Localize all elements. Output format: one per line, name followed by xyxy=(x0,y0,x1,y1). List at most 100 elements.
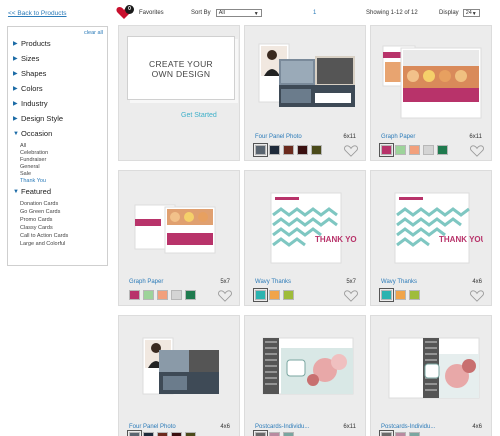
color-swatch[interactable] xyxy=(283,290,294,300)
color-swatch[interactable] xyxy=(253,143,268,157)
product-title[interactable]: Graph Paper xyxy=(129,279,163,285)
back-to-products-link[interactable]: << Back to Products xyxy=(8,10,67,17)
favorites-heart-icon[interactable]: 0 xyxy=(116,5,134,20)
product-card[interactable]: Postcards-Individu... 4x6 xyxy=(370,315,492,436)
color-swatch[interactable] xyxy=(379,288,394,302)
facet-industry[interactable]: ▶ Industry xyxy=(13,99,48,108)
favorite-heart-icon[interactable] xyxy=(470,145,484,157)
product-title[interactable]: Postcards-Individu... xyxy=(255,424,309,430)
product-title[interactable]: Graph Paper xyxy=(381,134,415,140)
product-title[interactable]: Postcards-Individu... xyxy=(381,424,435,430)
color-swatch[interactable] xyxy=(143,432,154,436)
featured-item-classy-cards[interactable]: Classy Cards xyxy=(20,225,53,231)
occasion-item-sale[interactable]: Sale xyxy=(20,171,31,177)
product-thumbnail[interactable] xyxy=(255,34,357,124)
occasion-item-thank-you[interactable]: Thank You xyxy=(20,178,46,184)
color-swatch[interactable] xyxy=(185,290,196,300)
color-swatch[interactable] xyxy=(379,143,394,157)
facet-featured[interactable]: ▼ Featured xyxy=(13,187,51,196)
color-swatch[interactable] xyxy=(283,145,294,155)
product-size: 4x6 xyxy=(220,424,230,430)
color-swatch[interactable] xyxy=(409,290,420,300)
color-swatch[interactable] xyxy=(143,290,154,300)
toolbar: 0 Favorites Sort By All ▼ 1 Showing 1-12 … xyxy=(116,5,496,21)
color-swatch[interactable] xyxy=(129,290,140,300)
occasion-item-celebration[interactable]: Celebration xyxy=(20,150,48,156)
product-card[interactable]: THANK YOU Wavy Thanks 4x6 xyxy=(370,170,492,306)
product-thumbnail[interactable]: THANK YOU xyxy=(381,179,483,269)
color-swatch[interactable] xyxy=(269,432,280,436)
facet-products[interactable]: ▶ Products xyxy=(13,39,51,48)
favorites[interactable]: 0 Favorites xyxy=(116,5,164,20)
favorite-heart-icon[interactable] xyxy=(218,290,232,302)
color-swatch[interactable] xyxy=(127,430,142,436)
product-thumbnail[interactable] xyxy=(381,324,483,414)
occasion-item-general[interactable]: General xyxy=(20,164,40,170)
color-swatch[interactable] xyxy=(437,145,448,155)
facet-sizes[interactable]: ▶ Sizes xyxy=(13,54,39,63)
product-card[interactable]: Graph Paper 5x7 xyxy=(118,170,240,306)
occasion-item-fundraiser[interactable]: Fundraiser xyxy=(20,157,46,163)
product-size: 4x6 xyxy=(472,424,482,430)
facet-label: Industry xyxy=(21,99,48,108)
facet-design-style[interactable]: ▶ Design Style xyxy=(13,114,63,123)
product-title[interactable]: Four Panel Photo xyxy=(129,424,176,430)
facet-occasion[interactable]: ▼ Occasion xyxy=(13,129,52,138)
occasion-item-all[interactable]: All xyxy=(20,143,26,149)
display-select[interactable]: 24 ▼ xyxy=(462,9,480,17)
product-title[interactable]: Wavy Thanks xyxy=(255,279,291,285)
product-size: 6x11 xyxy=(343,134,356,140)
caret-right-icon: ▶ xyxy=(13,56,18,62)
color-swatch[interactable] xyxy=(379,430,394,436)
color-swatch[interactable] xyxy=(269,290,280,300)
color-swatch[interactable] xyxy=(269,145,280,155)
color-swatch[interactable] xyxy=(171,290,182,300)
favorites-count: 0 xyxy=(125,5,134,14)
product-thumbnail[interactable] xyxy=(129,324,231,414)
favorites-label[interactable]: Favorites xyxy=(139,10,164,16)
favorite-heart-icon[interactable] xyxy=(470,290,484,302)
color-swatch[interactable] xyxy=(253,430,268,436)
clear-all-link[interactable]: clear all xyxy=(84,30,103,36)
product-thumbnail[interactable] xyxy=(381,34,483,124)
color-swatch[interactable] xyxy=(297,145,308,155)
product-title[interactable]: Four Panel Photo xyxy=(255,134,302,140)
product-card[interactable]: THANK YOU Wavy Thanks 5x7 xyxy=(244,170,366,306)
featured-item-large-and-colorful[interactable]: Large and Colorful xyxy=(20,241,65,247)
facet-label: Occasion xyxy=(21,129,53,138)
facet-colors[interactable]: ▶ Colors xyxy=(13,84,43,93)
product-card[interactable]: Postcards-Individu... 6x11 xyxy=(244,315,366,436)
product-thumbnail[interactable] xyxy=(129,179,231,269)
color-swatch[interactable] xyxy=(157,290,168,300)
featured-item-promo-cards[interactable]: Promo Cards xyxy=(20,217,52,223)
product-card[interactable]: Four Panel Photo 6x11 xyxy=(244,25,366,161)
product-title[interactable]: Wavy Thanks xyxy=(381,279,417,285)
color-swatch[interactable] xyxy=(395,290,406,300)
color-swatch[interactable] xyxy=(409,145,420,155)
chevron-down-icon: ▼ xyxy=(471,11,477,17)
featured-item-go-green-cards[interactable]: Go Green Cards xyxy=(20,209,60,215)
product-thumbnail[interactable]: THANK YOU xyxy=(255,179,357,269)
color-swatch[interactable] xyxy=(409,432,420,436)
featured-item-donation-cards[interactable]: Donation Cards xyxy=(20,201,58,207)
color-swatch[interactable] xyxy=(283,432,294,436)
facet-shapes[interactable]: ▶ Shapes xyxy=(13,69,46,78)
product-thumbnail[interactable] xyxy=(255,324,357,414)
color-swatch[interactable] xyxy=(311,145,322,155)
create-your-own-card[interactable]: CREATE YOUR OWN DESIGN Get Started xyxy=(118,25,240,161)
color-swatch[interactable] xyxy=(423,145,434,155)
get-started-link[interactable]: Get Started xyxy=(181,112,217,119)
sort-select[interactable]: All ▼ xyxy=(215,9,262,17)
favorite-heart-icon[interactable] xyxy=(344,145,358,157)
product-card[interactable]: Graph Paper 6x11 xyxy=(370,25,492,161)
color-swatch[interactable] xyxy=(395,432,406,436)
color-swatch[interactable] xyxy=(253,288,268,302)
color-swatch[interactable] xyxy=(395,145,406,155)
color-swatch[interactable] xyxy=(171,432,182,436)
favorite-heart-icon[interactable] xyxy=(344,290,358,302)
page-number-link[interactable]: 1 xyxy=(313,10,316,16)
product-card[interactable]: Four Panel Photo 4x6 xyxy=(118,315,240,436)
featured-item-call-to-action-cards[interactable]: Call to Action Cards xyxy=(20,233,68,239)
color-swatch[interactable] xyxy=(157,432,168,436)
color-swatch[interactable] xyxy=(185,432,196,436)
